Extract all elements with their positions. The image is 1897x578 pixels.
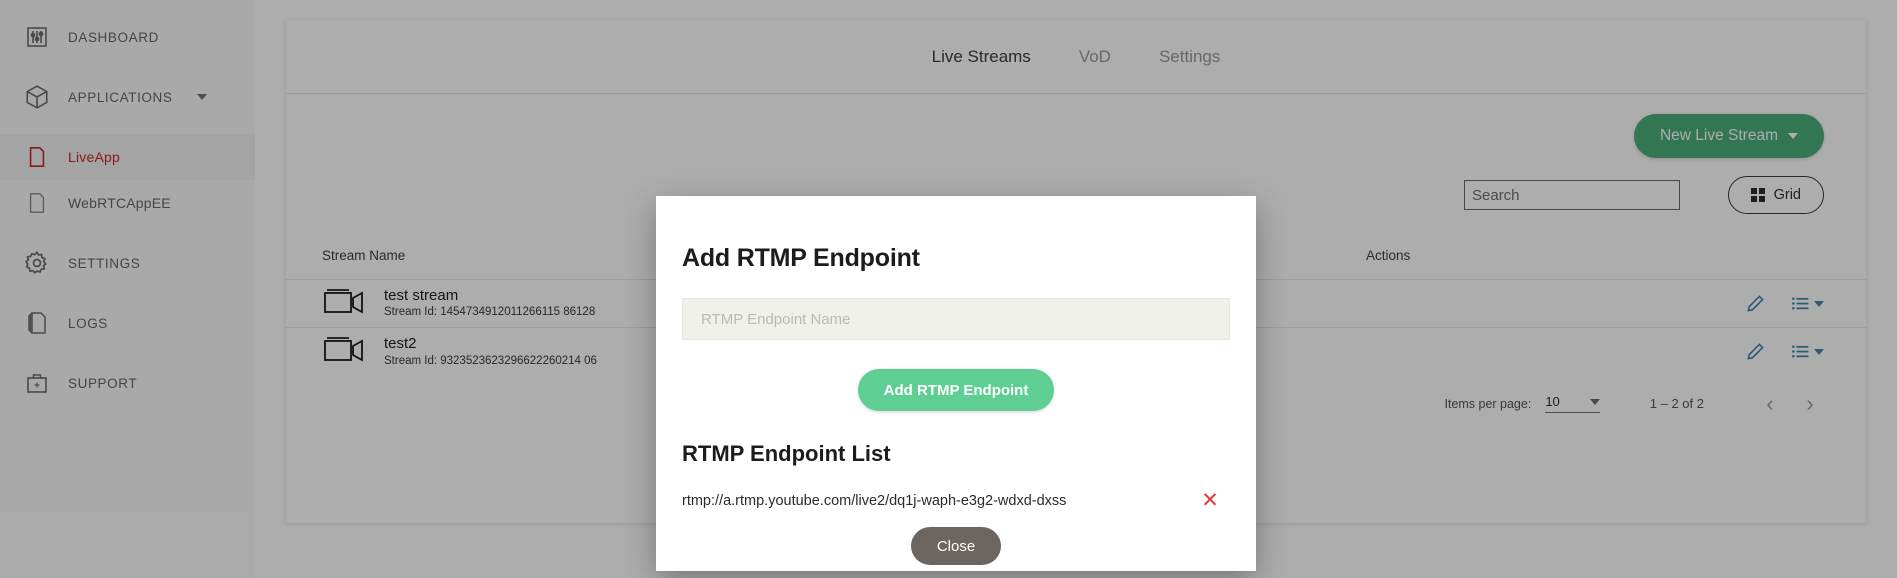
endpoint-list-title: RTMP Endpoint List [682,441,891,466]
endpoint-url-text: rtmp://a.rtmp.youtube.com/live2/dq1j-wap… [682,492,1067,509]
rtmp-endpoint-name-input[interactable] [682,298,1230,340]
add-rtmp-endpoint-dialog: Add RTMP Endpoint Add RTMP Endpoint RTMP… [656,196,1256,571]
close-button[interactable]: Close [910,527,1002,565]
list-item: rtmp://a.rtmp.youtube.com/live2/dq1j-wap… [682,490,1230,511]
dialog-title: Add RTMP Endpoint [682,244,920,272]
add-rtmp-endpoint-button[interactable]: Add RTMP Endpoint [857,369,1055,411]
app-root: DASHBOARD APPLICATIONS LiveApp WebRTCApp… [0,0,1897,578]
delete-endpoint-icon[interactable]: ✕ [1190,490,1230,511]
